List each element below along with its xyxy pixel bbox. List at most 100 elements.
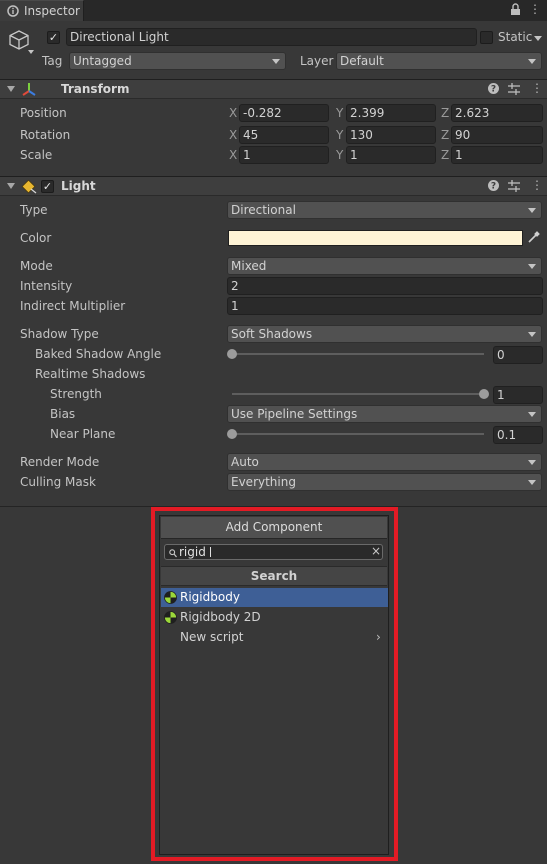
bias-label: Bias — [50, 407, 76, 421]
highlight-frame — [151, 507, 398, 861]
help-icon[interactable]: ? — [488, 180, 499, 194]
lock-icon[interactable] — [510, 3, 521, 19]
preset-icon[interactable] — [508, 83, 520, 98]
chevron-down-icon — [528, 412, 536, 417]
inspector-tab[interactable]: Inspector — [0, 0, 84, 21]
slider-track — [232, 393, 484, 395]
chevron-down-icon — [528, 264, 536, 269]
chevron-down-icon — [528, 59, 536, 64]
type-label: Type — [20, 203, 48, 217]
scale-y-field[interactable]: 1 — [346, 146, 436, 164]
icon-dropdown-caret-icon[interactable] — [28, 50, 34, 54]
slider-track — [232, 353, 484, 355]
static-dropdown-caret-icon[interactable] — [534, 36, 542, 41]
light-header[interactable]: ✓ Light ? ⋮ — [0, 176, 547, 196]
culling-mask-value: Everything — [231, 475, 296, 489]
render-mode-dropdown[interactable]: Auto — [227, 453, 542, 471]
shadow-type-label: Shadow Type — [20, 327, 99, 341]
axis-y-label: Y — [336, 128, 344, 142]
bias-value: Use Pipeline Settings — [231, 407, 358, 421]
layer-value: Default — [340, 54, 384, 68]
axis-y-label: Y — [336, 106, 344, 120]
strength-field[interactable]: 1 — [493, 386, 543, 404]
chevron-down-icon — [272, 59, 280, 64]
culling-mask-dropdown[interactable]: Everything — [227, 473, 542, 491]
transform-row-scale: Scale X 1 Y 1 Z 1 — [0, 146, 547, 166]
inspector-tab-icon — [7, 5, 19, 20]
tag-value: Untagged — [73, 54, 132, 68]
slider-thumb[interactable] — [479, 389, 489, 399]
type-dropdown[interactable]: Directional — [227, 201, 542, 219]
color-label: Color — [20, 231, 52, 245]
tag-dropdown[interactable]: Untagged — [69, 52, 286, 70]
strength-label: Strength — [50, 387, 102, 401]
light-icon — [21, 179, 37, 197]
transform-title: Transform — [61, 82, 130, 96]
rotation-label: Rotation — [20, 128, 71, 142]
shadow-type-dropdown[interactable]: Soft Shadows — [227, 325, 542, 343]
eyedropper-icon[interactable] — [528, 231, 540, 246]
near-plane-field[interactable]: 0.1 — [493, 426, 543, 444]
slider-thumb[interactable] — [227, 429, 237, 439]
culling-mask-label: Culling Mask — [20, 475, 96, 489]
inspector-tab-label: Inspector — [24, 4, 80, 18]
color-swatch[interactable] — [228, 230, 523, 246]
layer-dropdown[interactable]: Default — [336, 52, 542, 70]
realtime-shadows-label: Realtime Shadows — [35, 367, 146, 381]
component-menu-icon[interactable]: ⋮ — [531, 81, 543, 95]
tab-menu-icon[interactable]: ⋮ — [529, 2, 541, 16]
mode-dropdown[interactable]: Mixed — [227, 257, 542, 275]
scale-x-field[interactable]: 1 — [239, 146, 329, 164]
shadow-type-value: Soft Shadows — [231, 327, 313, 341]
transform-row-rotation: Rotation X 45 Y 130 Z 90 — [0, 126, 547, 146]
svg-text:?: ? — [491, 182, 496, 191]
indirect-multiplier-field[interactable]: 1 — [227, 297, 543, 315]
rotation-z-field[interactable]: 90 — [451, 126, 543, 144]
position-y-field[interactable]: 2.399 — [346, 104, 436, 122]
foldout-arrow-icon[interactable] — [7, 86, 15, 92]
strength-slider[interactable] — [227, 386, 489, 402]
rotation-y-field[interactable]: 130 — [346, 126, 436, 144]
bias-dropdown[interactable]: Use Pipeline Settings — [227, 405, 542, 423]
near-plane-slider[interactable] — [227, 426, 489, 442]
indirect-multiplier-label: Indirect Multiplier — [20, 299, 126, 313]
position-z-field[interactable]: 2.623 — [451, 104, 543, 122]
axis-x-label: X — [229, 148, 238, 162]
baked-shadow-angle-slider[interactable] — [227, 346, 489, 362]
preset-icon[interactable] — [508, 180, 520, 195]
baked-shadow-angle-field[interactable]: 0 — [493, 346, 543, 364]
scale-z-field[interactable]: 1 — [451, 146, 543, 164]
foldout-arrow-icon[interactable] — [7, 183, 15, 189]
mode-value: Mixed — [231, 259, 267, 273]
light-enabled-checkbox[interactable]: ✓ — [41, 180, 54, 193]
static-checkbox[interactable] — [480, 31, 493, 44]
position-label: Position — [20, 106, 67, 120]
axis-x-label: X — [229, 106, 238, 120]
static-label: Static — [498, 30, 533, 44]
axis-z-label: Z — [441, 106, 450, 120]
transform-header[interactable]: Transform ? ⋮ — [0, 79, 547, 99]
slider-thumb[interactable] — [227, 349, 237, 359]
rotation-x-field[interactable]: 45 — [239, 126, 329, 144]
object-name-field[interactable]: Directional Light — [66, 28, 477, 46]
position-x-field[interactable]: -0.282 — [239, 104, 329, 122]
chevron-down-icon — [528, 332, 536, 337]
render-mode-value: Auto — [231, 455, 259, 469]
intensity-field[interactable]: 2 — [227, 277, 543, 295]
active-checkbox[interactable]: ✓ — [47, 31, 60, 44]
component-menu-icon[interactable]: ⋮ — [531, 178, 543, 192]
axis-y-label: Y — [336, 148, 344, 162]
tag-label: Tag — [42, 54, 63, 68]
svg-text:?: ? — [491, 85, 496, 94]
chevron-down-icon — [528, 480, 536, 485]
light-title: Light — [61, 179, 96, 193]
slider-track — [232, 433, 484, 435]
type-value: Directional — [231, 203, 296, 217]
help-icon[interactable]: ? — [488, 83, 499, 97]
near-plane-label: Near Plane — [50, 427, 116, 441]
chevron-down-icon — [528, 208, 536, 213]
axis-z-label: Z — [441, 128, 450, 142]
baked-shadow-angle-label: Baked Shadow Angle — [35, 347, 162, 361]
render-mode-label: Render Mode — [20, 455, 100, 469]
axis-x-label: X — [229, 128, 238, 142]
